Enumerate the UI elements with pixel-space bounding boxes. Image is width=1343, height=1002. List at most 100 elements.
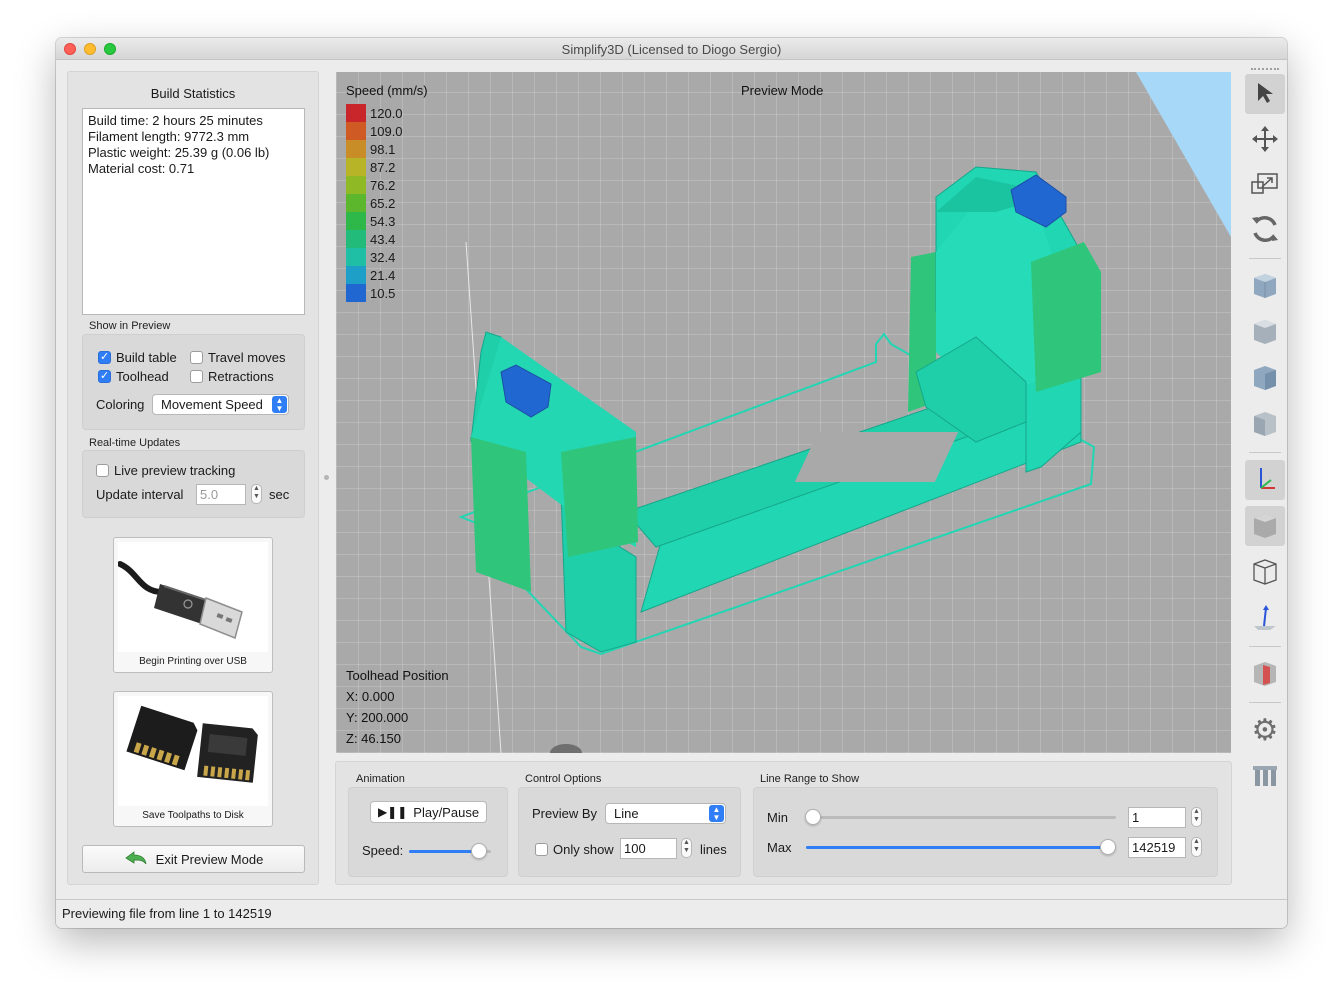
update-interval-input[interactable]: 5.0 — [196, 484, 246, 505]
control-options-label: Control Options — [525, 773, 602, 785]
scale-tool-button[interactable] — [1245, 164, 1285, 204]
support-pillars-icon — [1250, 760, 1280, 793]
legend-entry: 21.4 — [346, 266, 395, 284]
chevron-updown-icon: ▲ ▼ — [272, 396, 287, 413]
legend-entry: 120.0 — [346, 104, 403, 122]
show-axes-button[interactable] — [1245, 460, 1285, 500]
cross-section-button[interactable] — [1245, 654, 1285, 694]
rotate-tool-button[interactable] — [1245, 210, 1285, 250]
legend-swatch — [346, 284, 366, 302]
scale-icon — [1250, 170, 1280, 199]
axes-icon — [1251, 464, 1279, 497]
only-show-stepper[interactable]: ▲ ▼ — [681, 838, 692, 858]
speed-slider-knob[interactable] — [470, 843, 487, 859]
only-show-count-input[interactable]: 100 — [620, 838, 677, 859]
retractions-check-icon — [190, 370, 203, 383]
toolbar-separator — [1249, 452, 1281, 453]
toolhead-check-icon — [98, 369, 111, 383]
legend-swatch — [346, 212, 366, 230]
exit-preview-button[interactable]: Exit Preview Mode — [82, 845, 305, 873]
realtime-updates-label: Real-time Updates — [89, 437, 181, 449]
legend-value: 120.0 — [370, 105, 403, 121]
legend-entry: 76.2 — [346, 176, 395, 194]
line-range-group: Min 1 ▲ ▼ Max 142519 ▲ ▼ — [753, 787, 1218, 877]
legend-value: 43.4 — [370, 231, 396, 247]
normal-arrow-icon — [1250, 602, 1280, 635]
min-line-input[interactable]: 1 — [1128, 807, 1186, 828]
view-iso-button[interactable] — [1245, 266, 1285, 306]
control-options-group: Preview By Line ▲ ▼ Only show 100 ▲ ▼ line… — [518, 787, 741, 877]
left-panel: Build Statistics Build time: 2 hours 25 … — [67, 71, 319, 885]
legend-entry: 87.2 — [346, 158, 395, 176]
legend-entry: 109.0 — [346, 122, 403, 140]
update-interval-stepper[interactable]: ▲ ▼ — [251, 484, 262, 504]
supports-button[interactable] — [1245, 756, 1285, 796]
speed-slider-fill — [409, 850, 479, 853]
legend-title: Speed (mm/s) — [346, 83, 428, 98]
build-statistics-box: Build time: 2 hours 25 minutes Filament … — [82, 108, 305, 315]
line-range-label: Line Range to Show — [760, 773, 860, 785]
legend-swatch — [346, 122, 366, 140]
play-pause-icon: ▶❚❚ — [377, 805, 408, 819]
legend-value: 65.2 — [370, 195, 396, 211]
animation-group: ▶❚❚ Play/Pause Speed: — [348, 787, 508, 877]
max-label: Max — [767, 840, 792, 855]
toolhead-z: Z: 46.150 — [346, 731, 401, 746]
only-show-check-icon — [535, 843, 548, 856]
update-interval-unit: sec — [269, 487, 290, 502]
min-line-stepper[interactable]: ▲ ▼ — [1191, 807, 1202, 827]
stat-plastic-weight: Plastic weight: 25.39 g (0.06 lb) — [88, 145, 270, 160]
build-table-check-icon — [98, 350, 111, 364]
retractions-checkbox[interactable]: Retractions — [190, 369, 274, 384]
wireframe-cube-icon — [1250, 556, 1280, 589]
live-preview-check-icon — [96, 464, 109, 477]
coloring-select[interactable]: Movement Speed ▲ ▼ — [152, 394, 289, 415]
legend-swatch — [346, 248, 366, 266]
travel-moves-checkbox[interactable]: Travel moves — [190, 350, 286, 365]
legend-entry: 54.3 — [346, 212, 395, 230]
view-top-button[interactable] — [1245, 358, 1285, 398]
legend-swatch — [346, 230, 366, 248]
max-slider-knob[interactable] — [1100, 839, 1116, 855]
max-slider-fill[interactable] — [806, 846, 1109, 849]
max-line-stepper[interactable]: ▲ ▼ — [1191, 837, 1202, 857]
speed-label: Speed: — [362, 843, 404, 858]
toolhead-y: Y: 200.000 — [346, 710, 409, 725]
legend-swatch — [346, 176, 366, 194]
solid-view-button[interactable] — [1245, 506, 1285, 546]
wireframe-view-button[interactable] — [1245, 552, 1285, 592]
preview-viewport[interactable]: Speed (mm/s) Preview Mode 120.0 109.0 98.1… — [336, 72, 1231, 753]
toolbar-grip — [1251, 68, 1279, 70]
live-preview-checkbox[interactable]: Live preview tracking — [96, 463, 235, 478]
toolhead-checkbox[interactable]: Toolhead — [98, 369, 169, 384]
legend-value: 87.2 — [370, 159, 396, 175]
begin-printing-usb-button[interactable]: Begin Printing over USB — [113, 537, 273, 673]
min-slider-track[interactable] — [806, 816, 1116, 819]
settings-button[interactable]: ⚙ — [1245, 710, 1285, 750]
sd-cards-image — [118, 696, 268, 806]
stat-filament-length: Filament length: 9772.3 mm — [88, 129, 250, 144]
legend-swatch — [346, 140, 366, 158]
title-bar: Simplify3D (Licensed to Diogo Sergio) — [56, 38, 1287, 60]
min-slider-knob[interactable] — [805, 809, 821, 825]
cube-iso-icon — [1250, 270, 1280, 303]
view-side-button[interactable] — [1245, 404, 1285, 444]
gear-icon: ⚙ — [1251, 712, 1279, 748]
update-interval-label: Update interval — [96, 487, 184, 502]
view-front-button[interactable] — [1245, 312, 1285, 352]
legend-entry: 43.4 — [346, 230, 395, 248]
move-tool-button[interactable] — [1245, 120, 1285, 160]
status-text: Previewing file from line 1 to 142519 — [62, 906, 272, 921]
select-tool-button[interactable] — [1245, 74, 1285, 114]
only-show-checkbox[interactable]: Only show — [535, 842, 614, 857]
save-toolpaths-button[interactable]: Save Toolpaths to Disk — [113, 691, 273, 827]
preview-by-select[interactable]: Line ▲ ▼ — [605, 803, 726, 824]
splitter-handle[interactable] — [324, 475, 329, 480]
play-pause-button[interactable]: ▶❚❚ Play/Pause — [370, 801, 487, 823]
build-table-checkbox[interactable]: Build table — [98, 350, 177, 365]
normals-view-button[interactable] — [1245, 598, 1285, 638]
min-label: Min — [767, 810, 788, 825]
max-line-input[interactable]: 142519 — [1128, 837, 1186, 858]
cube-side-icon — [1250, 408, 1280, 441]
toolbar-separator — [1249, 646, 1281, 647]
